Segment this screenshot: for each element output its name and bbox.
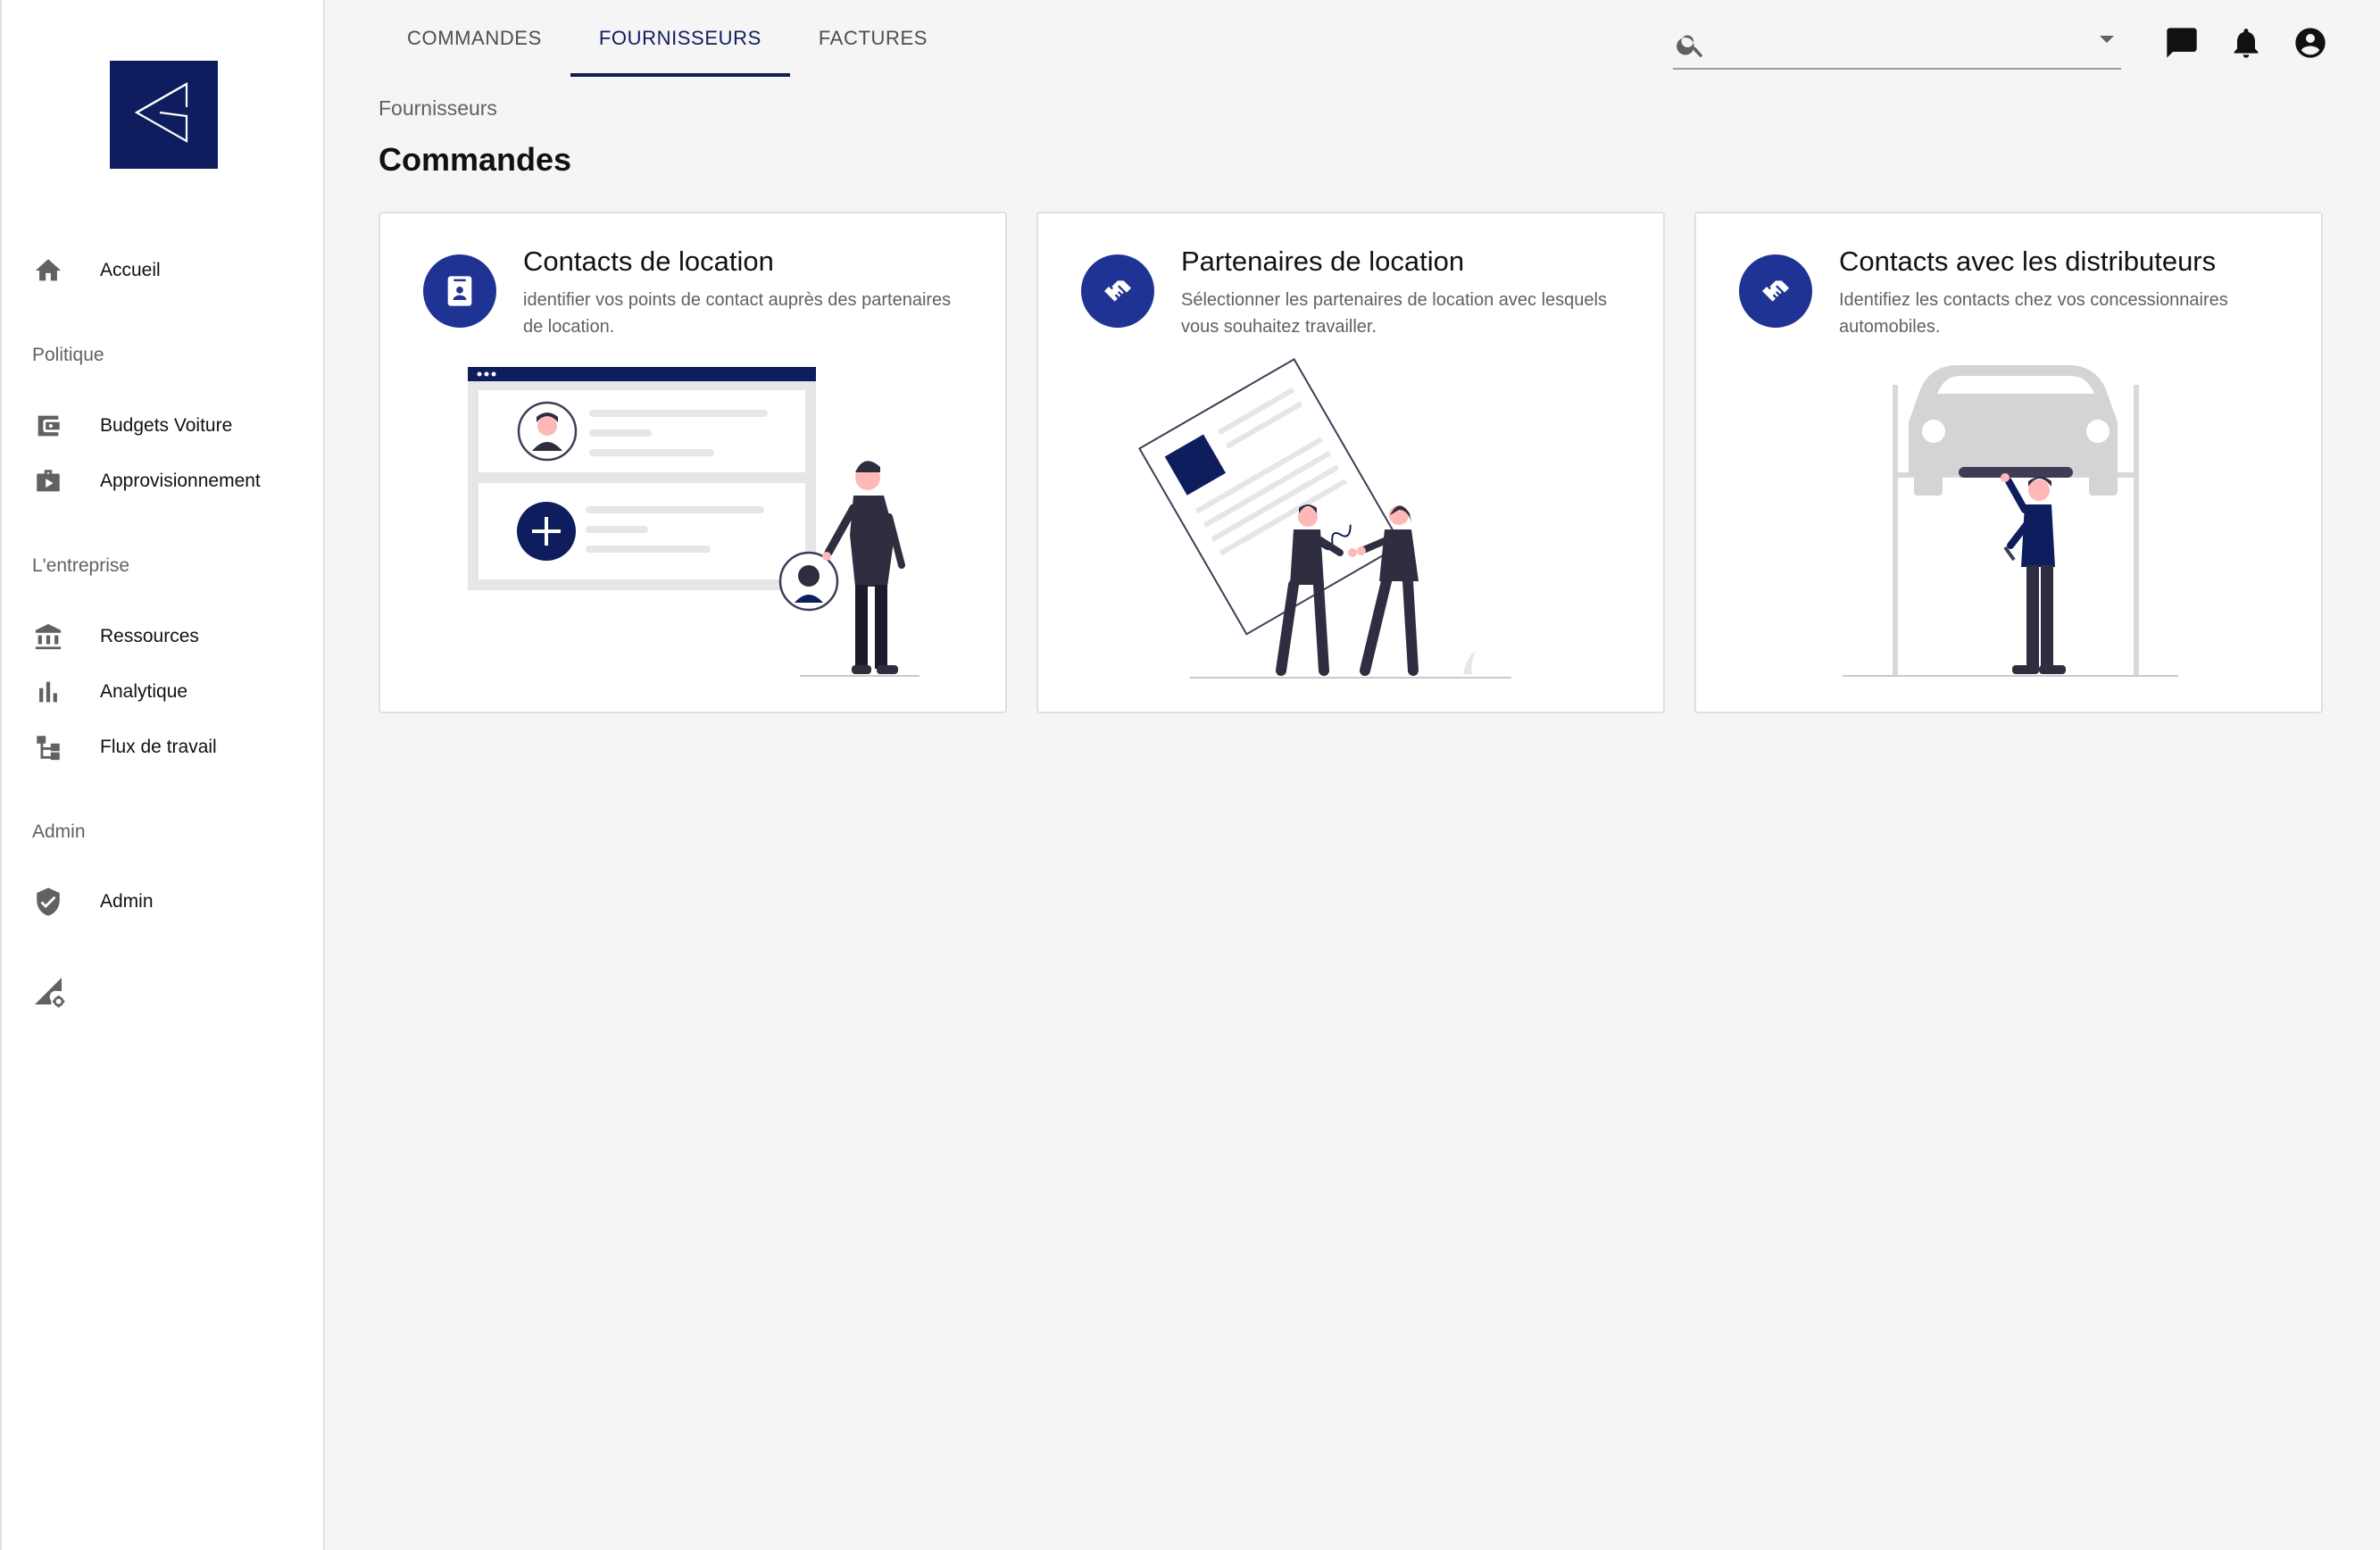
car-lift-illustration xyxy=(1843,365,2178,677)
search-bar xyxy=(1673,20,2121,70)
top-tabs: COMMANDES FOURNISSEURS FACTURES xyxy=(379,0,956,77)
sidebar-item-label: Accueil xyxy=(100,260,161,280)
search-icon xyxy=(1675,29,1707,61)
card-description: Identifiez les contacts chez vos concess… xyxy=(1839,290,2228,337)
sidebar-item-label: Analytique xyxy=(100,681,188,702)
sidebar-item-ressources[interactable]: Ressources xyxy=(2,612,323,662)
chevron-down-icon[interactable] xyxy=(2100,36,2114,43)
shield-check-icon xyxy=(32,886,64,918)
bank-icon xyxy=(32,621,64,653)
sidebar-item-analytique[interactable]: Analytique xyxy=(2,667,323,717)
bell-icon[interactable] xyxy=(2228,25,2264,61)
sidebar-item-label: Admin xyxy=(100,891,154,912)
sidebar-item-label: Flux de travail xyxy=(100,737,217,757)
workflow-icon xyxy=(32,731,64,763)
card-description: Sélectionner les partenaires de location… xyxy=(1181,290,1607,337)
handshake-icon xyxy=(1739,254,1812,328)
sidebar: Accueil Politique Budgets Voiture Approv… xyxy=(0,0,325,1550)
home-icon xyxy=(32,254,64,287)
search-input[interactable] xyxy=(1714,27,2071,62)
signal-settings-icon[interactable] xyxy=(30,973,66,1009)
company-logo[interactable] xyxy=(110,61,218,169)
account-circle-icon[interactable] xyxy=(2293,25,2328,61)
sidebar-item-admin[interactable]: Admin xyxy=(2,877,323,927)
sidebar-item-approvisionnement[interactable]: Approvisionnement xyxy=(2,456,323,506)
sidebar-item-label: Ressources xyxy=(100,626,199,646)
partners-illustration xyxy=(1138,358,1511,679)
sidebar-item-flux-de-travail[interactable]: Flux de travail xyxy=(2,722,323,772)
sidebar-item-budgets-voiture[interactable]: Budgets Voiture xyxy=(2,401,323,451)
bar-chart-icon xyxy=(32,676,64,708)
section-label-entreprise: L'entreprise xyxy=(32,555,130,576)
chat-icon[interactable] xyxy=(2164,25,2200,61)
tab-factures[interactable]: FACTURES xyxy=(790,0,956,77)
card-title: Contacts avec les distributeurs xyxy=(1839,246,2217,277)
logo-mark-icon xyxy=(134,82,188,143)
section-label-admin: Admin xyxy=(32,821,86,842)
handshake-icon xyxy=(1081,254,1154,328)
tab-commandes[interactable]: COMMANDES xyxy=(379,0,570,77)
breadcrumb[interactable]: Fournisseurs xyxy=(379,96,497,121)
card-description: identifier vos points de contact auprès … xyxy=(523,290,952,337)
sidebar-item-label: Budgets Voiture xyxy=(100,415,233,436)
wallet-icon xyxy=(32,410,64,442)
page-title: Commandes xyxy=(379,141,572,178)
tab-fournisseurs[interactable]: FOURNISSEURS xyxy=(570,0,790,77)
card-contacts-distributeurs[interactable]: Contacts avec les distributeurs Identifi… xyxy=(1694,212,2323,713)
contact-card-icon xyxy=(423,254,496,328)
briefcase-play-icon xyxy=(32,465,64,497)
card-contacts-de-location[interactable]: Contacts de location identifier vos poin… xyxy=(379,212,1007,713)
card-partenaires-de-location[interactable]: Partenaires de location Sélectionner les… xyxy=(1036,212,1665,713)
section-label-politique: Politique xyxy=(32,345,104,365)
card-title: Partenaires de location xyxy=(1181,246,1465,277)
sidebar-item-accueil[interactable]: Accueil xyxy=(2,246,323,296)
contacts-illustration xyxy=(468,367,920,677)
sidebar-item-label: Approvisionnement xyxy=(100,471,261,491)
card-title: Contacts de location xyxy=(523,246,774,277)
